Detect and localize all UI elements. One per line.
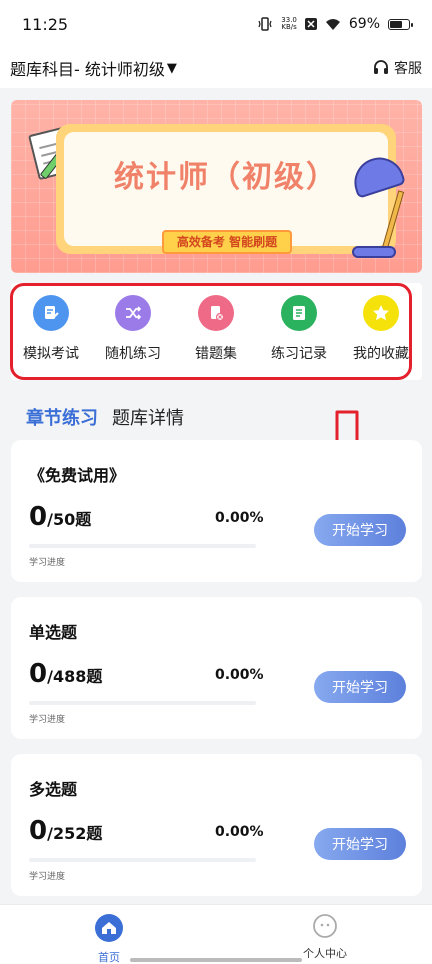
battery-percent: 69% — [348, 16, 380, 32]
promo-banner[interactable]: 统计师（初级） 高效备考 智能刷题 — [11, 100, 422, 273]
card-count: 0/252题 — [29, 816, 102, 846]
progress-label: 学习进度 — [29, 558, 66, 568]
card-total: /50题 — [47, 510, 92, 529]
banner-tag: 高效备考 智能刷题 — [162, 230, 292, 254]
progress-bar — [29, 858, 256, 862]
section-tabs: 章节练习 题库详情 — [26, 404, 184, 430]
exam-icon — [33, 295, 69, 331]
status-icons: 33.0 KB/s 69% — [257, 16, 413, 32]
card-title: 《免费试用》 — [29, 466, 126, 485]
subject-label: 题库科目- 统计师初级 — [10, 60, 165, 79]
banner-board-inner: 统计师（初级） 高效备考 智能刷题 — [64, 132, 388, 254]
quick-actions: 模拟考试 随机练习 错题集 练习记录 我的收藏 — [11, 283, 422, 380]
card-title: 单选题 — [29, 623, 78, 642]
quick-action-favorites[interactable]: 我的收藏 — [341, 295, 421, 371]
vibrate-icon — [258, 17, 272, 31]
card-percent: 0.00% — [215, 510, 264, 526]
card-title: 多选题 — [29, 780, 78, 799]
tab-bank-details[interactable]: 题库详情 — [112, 404, 184, 430]
wrong-questions-icon — [198, 295, 234, 331]
progress-label: 学习进度 — [29, 715, 66, 725]
chapter-card: 单选题 0/488题 0.00% 学习进度 开始学习 — [11, 597, 422, 739]
star-icon — [363, 295, 399, 331]
card-count: 0/50题 — [29, 502, 91, 532]
customer-service-label: 客服 — [394, 61, 422, 77]
net-speed: 33.0 KB/s — [281, 16, 297, 31]
banner-title: 统计师（初级） — [114, 160, 338, 195]
tab-chapter-practice[interactable]: 章节练习 — [26, 404, 98, 430]
headset-icon — [374, 60, 388, 74]
record-icon — [281, 295, 317, 331]
card-percent: 0.00% — [215, 667, 264, 683]
bottom-nav: 首页 个人中心 — [0, 904, 432, 964]
card-total: /488题 — [47, 667, 103, 686]
nav-home[interactable]: 首页 — [59, 913, 159, 964]
wifi-icon — [325, 18, 340, 30]
card-done: 0 — [29, 502, 48, 532]
quick-action-label: 错题集 — [195, 346, 237, 362]
start-study-button[interactable]: 开始学习 — [314, 828, 406, 860]
card-percent: 0.00% — [215, 824, 264, 840]
battery-icon — [388, 18, 413, 30]
quick-action-mock-exam[interactable]: 模拟考试 — [11, 295, 91, 371]
caret-down-icon: ▼ — [166, 60, 177, 76]
lamp-base-illustration — [352, 246, 396, 258]
quick-action-practice-record[interactable]: 练习记录 — [259, 295, 339, 371]
home-icon — [95, 914, 123, 942]
quick-action-label: 随机练习 — [105, 346, 161, 362]
card-total: /252题 — [47, 824, 103, 843]
app-header: 题库科目- 统计师初级 ▼ 客服 — [0, 48, 432, 88]
start-study-button[interactable]: 开始学习 — [314, 671, 406, 703]
quick-action-random-practice[interactable]: 随机练习 — [93, 295, 173, 371]
nav-profile[interactable]: 个人中心 — [275, 913, 375, 961]
customer-service-button[interactable]: 客服 — [372, 58, 422, 78]
start-study-button[interactable]: 开始学习 — [314, 514, 406, 546]
progress-bar — [29, 544, 256, 548]
quick-action-wrong-questions[interactable]: 错题集 — [176, 295, 256, 371]
progress-label: 学习进度 — [29, 872, 66, 882]
card-done: 0 — [29, 659, 48, 689]
shuffle-icon — [115, 295, 151, 331]
card-count: 0/488题 — [29, 659, 102, 689]
progress-bar — [29, 701, 256, 705]
chapter-card: 《免费试用》 0/50题 0.00% 学习进度 开始学习 — [11, 440, 422, 582]
status-time: 11:25 — [22, 14, 69, 34]
close-app-icon — [304, 18, 317, 30]
chapter-card: 多选题 0/252题 0.00% 学习进度 开始学习 — [11, 754, 422, 896]
quick-action-label: 模拟考试 — [23, 346, 79, 362]
status-bar: 11:25 33.0 KB/s 69% — [0, 0, 432, 48]
banner-board: 统计师（初级） 高效备考 智能刷题 — [56, 124, 396, 254]
subject-selector[interactable]: 题库科目- 统计师初级 ▼ — [10, 56, 177, 80]
home-indicator — [130, 958, 302, 962]
quick-action-label: 练习记录 — [271, 346, 327, 362]
card-done: 0 — [29, 816, 48, 846]
quick-action-label: 我的收藏 — [353, 346, 409, 362]
profile-icon — [313, 914, 337, 938]
